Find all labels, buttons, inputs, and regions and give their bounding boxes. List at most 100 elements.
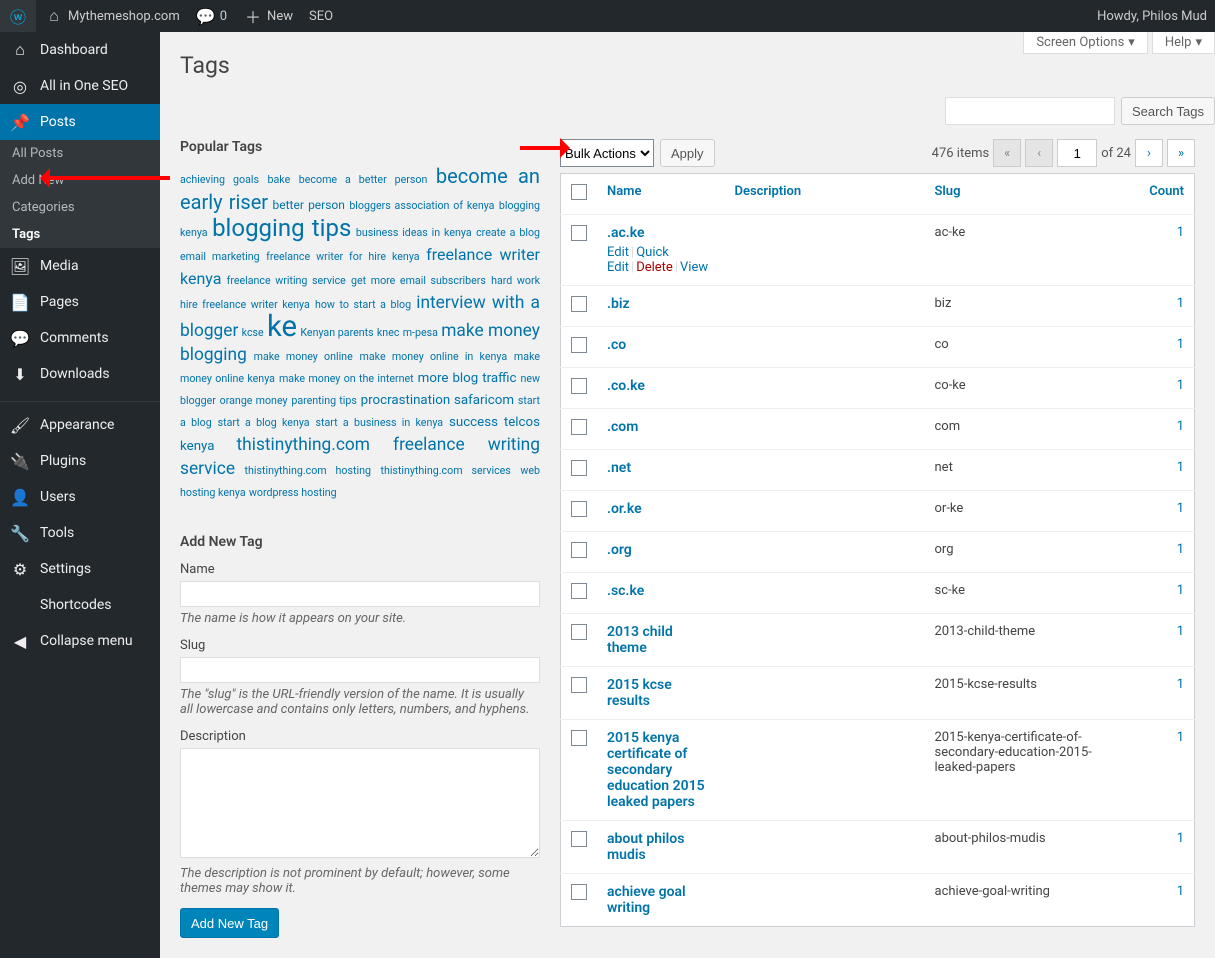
tag-cloud-link[interactable]: email marketing — [180, 250, 260, 263]
view-link[interactable]: View — [680, 260, 708, 275]
tag-cloud-link[interactable]: business ideas in kenya — [356, 226, 472, 239]
tag-name-link[interactable]: .sc.ke — [607, 583, 644, 599]
tag-cloud-link[interactable]: become a better person — [299, 173, 428, 186]
tag-count-link[interactable]: 1 — [1177, 624, 1184, 639]
tag-name-link[interactable]: about philos mudis — [607, 831, 684, 863]
tag-name-link[interactable]: .or.ke — [607, 501, 642, 517]
tag-count-link[interactable]: 1 — [1177, 831, 1184, 846]
tag-cloud-link[interactable]: more blog traffic — [418, 371, 517, 386]
menu-tools[interactable]: 🔧Tools — [0, 515, 160, 551]
comments-link[interactable]: 💬0 — [188, 0, 235, 32]
screen-options-tab[interactable]: Screen Options ▾ — [1023, 32, 1148, 54]
menu-settings[interactable]: ⚙Settings — [0, 551, 160, 587]
tag-name-link[interactable]: 2013 child theme — [607, 624, 673, 656]
tag-cloud-link[interactable]: start a blog kenya — [218, 416, 310, 429]
tag-name-link[interactable]: .biz — [607, 296, 630, 312]
name-input[interactable] — [180, 581, 540, 607]
add-new-tag-button[interactable]: Add New Tag — [180, 908, 279, 938]
tag-name-link[interactable]: .ac.ke — [607, 225, 645, 241]
tag-cloud-link[interactable]: procrastination — [361, 393, 451, 408]
row-checkbox[interactable] — [571, 624, 587, 640]
row-checkbox[interactable] — [571, 501, 587, 517]
tag-cloud-link[interactable]: Kenyan parents — [300, 326, 373, 339]
tag-cloud-link[interactable]: how to start a blog — [315, 298, 411, 311]
tag-name-link[interactable]: .co — [607, 337, 626, 353]
howdy-link[interactable]: Howdy, Philos Mud — [1089, 0, 1215, 32]
menu-users[interactable]: 👤Users — [0, 479, 160, 515]
row-checkbox[interactable] — [571, 831, 587, 847]
row-checkbox[interactable] — [571, 296, 587, 312]
description-textarea[interactable] — [180, 748, 540, 858]
tag-cloud-link[interactable]: achieving goals — [180, 173, 259, 186]
tag-count-link[interactable]: 1 — [1177, 337, 1184, 352]
tag-cloud-link[interactable]: wordpress hosting — [249, 486, 337, 499]
tag-count-link[interactable]: 1 — [1177, 225, 1184, 240]
seo-link[interactable]: SEO — [301, 0, 341, 32]
tag-name-link[interactable]: 2015 kenya certificate of secondary educ… — [607, 730, 705, 810]
tag-cloud-link[interactable]: hard work — [491, 274, 540, 287]
page-input[interactable] — [1057, 139, 1097, 167]
tag-count-link[interactable]: 1 — [1177, 583, 1184, 598]
tag-count-link[interactable]: 1 — [1177, 677, 1184, 692]
col-count[interactable]: Count — [1149, 184, 1184, 199]
site-link[interactable]: ⌂Mythemeshop.com — [36, 0, 188, 32]
tag-cloud-link[interactable]: create a blog — [476, 226, 540, 239]
tag-count-link[interactable]: 1 — [1177, 296, 1184, 311]
submenu-all-posts[interactable]: All Posts — [0, 140, 160, 167]
tag-count-link[interactable]: 1 — [1177, 542, 1184, 557]
tag-cloud-link[interactable]: kcse — [242, 326, 264, 339]
edit-link[interactable]: Edit — [607, 245, 629, 260]
tag-cloud-link[interactable]: start a business in kenya — [315, 416, 443, 429]
row-checkbox[interactable] — [571, 542, 587, 558]
tag-cloud-link[interactable]: freelance writing service — [227, 274, 346, 287]
row-checkbox[interactable] — [571, 337, 587, 353]
tag-count-link[interactable]: 1 — [1177, 378, 1184, 393]
delete-link[interactable]: Delete — [636, 260, 673, 275]
first-page-button[interactable]: « — [993, 139, 1021, 167]
menu-dashboard[interactable]: ⌂Dashboard — [0, 32, 160, 68]
tag-name-link[interactable]: .net — [607, 460, 631, 476]
tag-count-link[interactable]: 1 — [1177, 419, 1184, 434]
tag-count-link[interactable]: 1 — [1177, 501, 1184, 516]
row-checkbox[interactable] — [571, 378, 587, 394]
col-name[interactable]: Name — [607, 184, 641, 199]
tag-name-link[interactable]: .co.ke — [607, 378, 645, 394]
next-page-button[interactable]: › — [1135, 139, 1163, 167]
tag-cloud-link[interactable]: thistinything.com hosting — [245, 464, 371, 477]
tag-cloud-link[interactable]: knec — [377, 326, 400, 339]
tag-cloud-link[interactable]: get more email subscribers — [351, 274, 486, 287]
submenu-tags[interactable]: Tags — [0, 221, 160, 248]
tag-cloud-link[interactable]: make money online in kenya — [360, 350, 508, 363]
menu-posts[interactable]: 📌Posts — [0, 104, 160, 140]
menu-shortcodes[interactable]: Shortcodes — [0, 587, 160, 623]
tag-cloud-link[interactable]: blogging tips — [212, 214, 351, 242]
menu-plugins[interactable]: 🔌Plugins — [0, 443, 160, 479]
new-link[interactable]: ＋New — [235, 0, 301, 32]
row-checkbox[interactable] — [571, 419, 587, 435]
tag-cloud-link[interactable]: make money online — [254, 350, 353, 363]
row-checkbox[interactable] — [571, 460, 587, 476]
tag-cloud-link[interactable]: bake — [268, 173, 291, 186]
tag-count-link[interactable]: 1 — [1177, 460, 1184, 475]
tag-name-link[interactable]: 2015 kcse results — [607, 677, 672, 709]
wp-logo-icon[interactable]: ⓦ — [0, 0, 36, 32]
tag-cloud-link[interactable]: safaricom — [454, 393, 514, 408]
apply-button[interactable]: Apply — [660, 139, 715, 167]
tag-cloud-link[interactable]: thistinything.com services — [380, 464, 510, 477]
row-checkbox[interactable] — [571, 225, 587, 241]
submenu-categories[interactable]: Categories — [0, 194, 160, 221]
col-description[interactable]: Description — [735, 184, 802, 199]
help-tab[interactable]: Help ▾ — [1152, 32, 1215, 54]
col-slug[interactable]: Slug — [935, 184, 961, 199]
menu-downloads[interactable]: ⬇Downloads — [0, 356, 160, 392]
menu-comments[interactable]: 💬Comments — [0, 320, 160, 356]
menu-media[interactable]: 🖼Media — [0, 248, 160, 284]
tag-cloud-link[interactable]: better person — [273, 198, 345, 212]
row-checkbox[interactable] — [571, 677, 587, 693]
slug-input[interactable] — [180, 657, 540, 683]
last-page-button[interactable]: » — [1167, 139, 1195, 167]
menu-all-in-one-seo[interactable]: ◎All in One SEO — [0, 68, 160, 104]
row-checkbox[interactable] — [571, 884, 587, 900]
search-input[interactable] — [945, 97, 1115, 125]
row-checkbox[interactable] — [571, 730, 587, 746]
